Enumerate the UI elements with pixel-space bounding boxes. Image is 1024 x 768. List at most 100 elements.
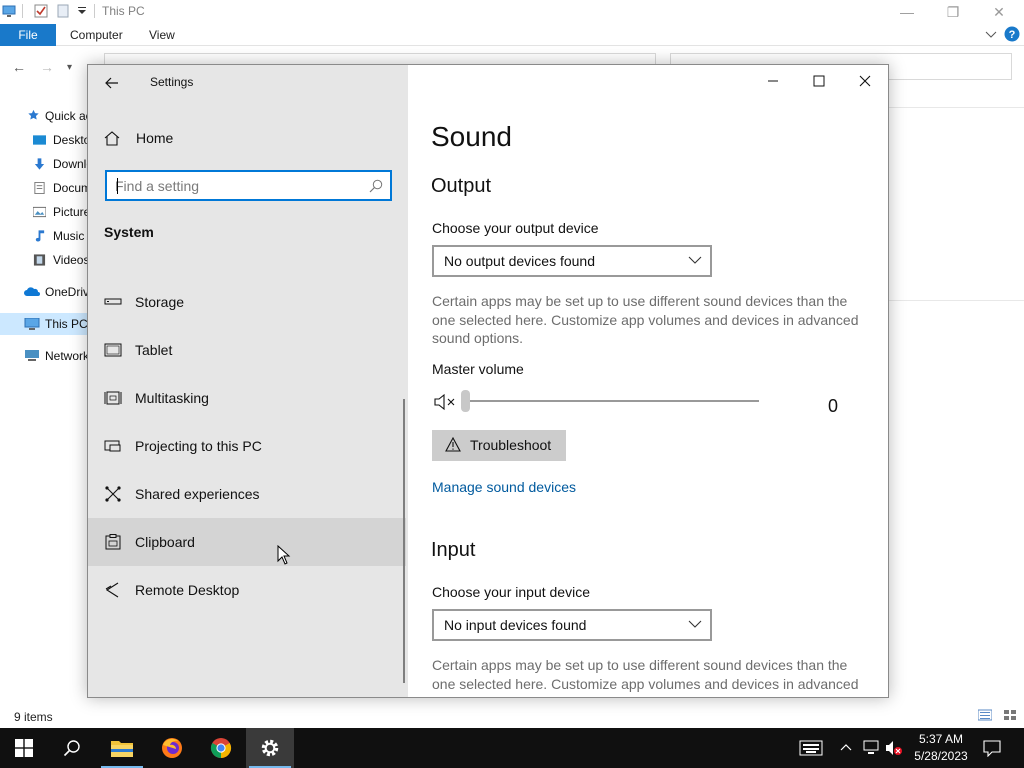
explorer-minimize-button[interactable]: — [884, 0, 930, 24]
text-caret [117, 178, 118, 194]
sidebar-item-documents[interactable]: Documents [0, 177, 88, 199]
ribbon-tab-view[interactable]: View [139, 24, 185, 46]
sidebar-item-music[interactable]: Music [0, 225, 88, 247]
find-setting-search-box[interactable] [105, 170, 392, 201]
ribbon-tabs: File Computer View ? [0, 24, 1024, 46]
clipboard-icon [105, 534, 121, 550]
taskbar-clock[interactable]: 5:37 AM 5/28/2023 [904, 731, 978, 765]
status-bar-item-count: 9 items [14, 710, 53, 724]
sidebar-item-quick-access[interactable]: Quick access [0, 105, 88, 127]
chevron-down-icon [688, 256, 702, 264]
svg-text:?: ? [1009, 29, 1016, 41]
settings-minimize-button[interactable] [750, 65, 796, 97]
clock-time: 5:37 AM [918, 732, 964, 746]
multitasking-icon [104, 391, 122, 405]
output-heading: Output [431, 175, 492, 197]
manage-sound-devices-link[interactable]: Manage sound devices [432, 479, 576, 495]
desktop-folder-icon [33, 135, 46, 145]
warning-icon [445, 437, 461, 452]
sidebar-item-desktop[interactable]: Desktop [0, 129, 88, 151]
master-volume-label: Master volume [432, 361, 524, 377]
notification-center-icon[interactable] [983, 740, 1001, 757]
mouse-pointer-icon [277, 545, 291, 565]
keyboard-icon[interactable] [799, 740, 823, 756]
clock-date: 5/28/2023 [914, 749, 968, 763]
output-device-dropdown[interactable]: No output devices found [432, 245, 712, 277]
sidebar-item-network[interactable]: Network [0, 345, 88, 367]
new-folder-icon[interactable] [56, 4, 70, 18]
input-device-value: No input devices found [444, 617, 587, 633]
ribbon-expand-icon[interactable] [985, 31, 997, 39]
network-icon[interactable] [862, 740, 880, 756]
properties-icon[interactable] [34, 4, 48, 18]
nav-item-tablet[interactable]: Tablet [88, 326, 406, 374]
explorer-restore-button[interactable]: ❐ [930, 0, 976, 24]
help-icon[interactable]: ? [1004, 26, 1020, 42]
minimize-icon [768, 80, 778, 82]
customize-toolbar-icon[interactable] [75, 4, 89, 18]
back-button[interactable] [98, 71, 126, 95]
input-device-dropdown[interactable]: No input devices found [432, 609, 712, 641]
master-volume-slider[interactable] [464, 400, 759, 402]
details-view-icon[interactable] [978, 709, 992, 721]
nav-item-multitasking[interactable]: Multitasking [88, 374, 406, 422]
home-label: Home [136, 130, 174, 146]
explorer-navigation-pane: Quick access Desktop Downloads Documents… [0, 104, 88, 404]
videos-icon [33, 254, 46, 266]
input-description: Certain apps may be set up to use differ… [432, 657, 859, 697]
find-setting-input[interactable] [115, 176, 355, 196]
recent-locations-icon[interactable]: ▾ [67, 62, 72, 73]
close-icon [859, 75, 871, 87]
start-button[interactable] [0, 728, 48, 768]
nav-item-remote-desktop[interactable]: Remote Desktop [88, 566, 406, 614]
navigation-scrollbar[interactable] [403, 399, 405, 683]
star-icon [28, 109, 39, 120]
troubleshoot-button[interactable]: Troubleshoot [432, 430, 566, 461]
settings-close-button[interactable] [842, 65, 888, 97]
downloads-icon [34, 158, 45, 170]
explorer-titlebar: This PC — ❐ ✕ [0, 0, 1024, 24]
computer-icon [24, 318, 40, 330]
file-explorer-icon [111, 741, 133, 757]
taskbar-firefox[interactable] [148, 728, 196, 768]
taskbar-file-explorer[interactable] [98, 728, 146, 768]
back-arrow-icon [105, 77, 118, 89]
nav-item-projecting-to-this-pc[interactable]: Projecting to this PC [88, 422, 406, 470]
large-icons-view-icon[interactable] [1003, 709, 1017, 721]
explorer-close-button[interactable]: ✕ [976, 0, 1022, 24]
sidebar-item-this-pc[interactable]: This PC [0, 313, 88, 335]
taskbar-chrome[interactable] [197, 728, 245, 768]
settings-gear-icon [261, 739, 279, 757]
sidebar-item-pictures[interactable]: Pictures [0, 201, 88, 223]
sidebar-item-videos[interactable]: Videos [0, 249, 88, 271]
network-icon [25, 350, 39, 361]
show-hidden-icons-chevron-icon[interactable] [840, 743, 852, 751]
output-device-label: Choose your output device [432, 220, 599, 236]
ribbon-tab-computer[interactable]: Computer [60, 24, 133, 46]
sidebar-item-onedrive[interactable]: OneDrive [0, 281, 88, 303]
nav-item-shared-experiences[interactable]: Shared experiences [88, 470, 406, 518]
taskbar-settings[interactable] [246, 728, 294, 768]
remote-desktop-icon [105, 582, 119, 598]
volume-muted-icon[interactable] [885, 740, 903, 756]
explorer-title: This PC [102, 4, 145, 18]
pictures-icon [33, 206, 46, 218]
home-icon [104, 131, 120, 146]
sidebar-item-downloads[interactable]: Downloads [0, 153, 88, 175]
nav-item-clipboard[interactable]: Clipboard [88, 518, 406, 566]
back-arrow-icon[interactable]: ← [12, 59, 26, 75]
taskbar-search-button[interactable] [48, 728, 96, 768]
input-device-label: Choose your input device [432, 584, 590, 600]
nav-item-storage[interactable]: Storage [88, 278, 406, 326]
forward-arrow-icon[interactable]: → [40, 59, 54, 75]
storage-icon [104, 298, 122, 305]
start-icon [15, 739, 33, 757]
master-volume-thumb[interactable] [461, 390, 470, 412]
page-title: Sound [431, 121, 512, 152]
ribbon-tab-file[interactable]: File [0, 24, 56, 46]
search-icon[interactable] [369, 179, 383, 193]
speaker-muted-icon[interactable] [434, 393, 456, 411]
settings-maximize-button[interactable] [796, 65, 842, 97]
shared-experiences-icon [105, 486, 121, 502]
input-heading: Input [431, 539, 476, 561]
